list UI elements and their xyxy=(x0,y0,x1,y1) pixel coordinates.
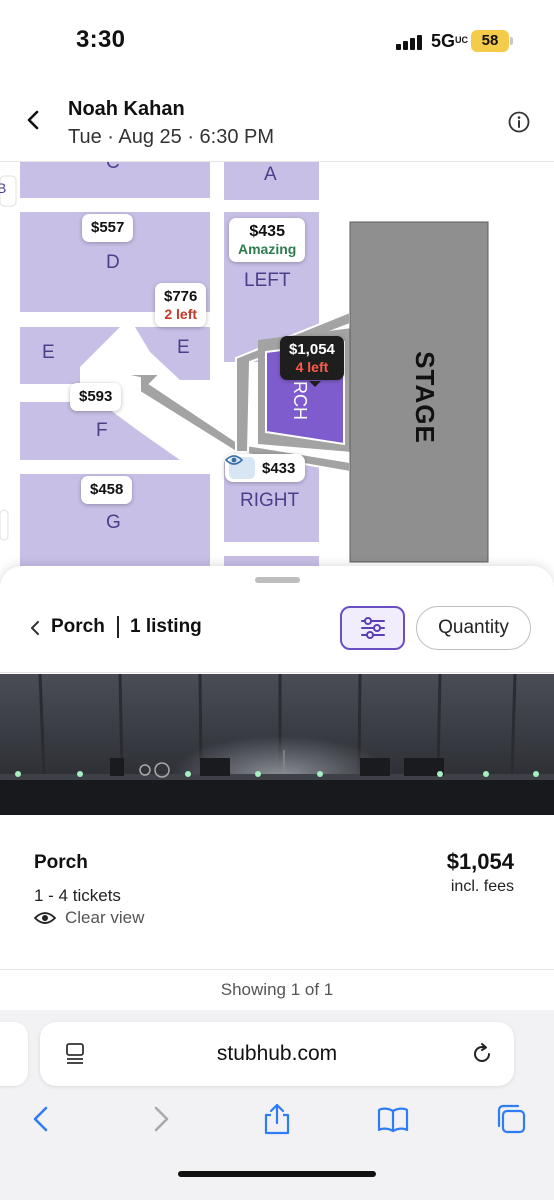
status-time: 3:30 xyxy=(76,26,126,53)
selected-section-name: Porch xyxy=(51,616,105,637)
price-pin-d-price: $557 xyxy=(91,219,125,236)
section-e-right-block xyxy=(135,327,210,380)
reload-icon[interactable] xyxy=(470,1042,494,1066)
tabs-button[interactable] xyxy=(494,1102,528,1136)
home-indicator[interactable] xyxy=(178,1171,376,1177)
chevron-left-icon xyxy=(33,1106,48,1132)
info-button[interactable] xyxy=(508,111,530,133)
section-label-e-right: E xyxy=(177,337,190,358)
section-label-right: RIGHT xyxy=(240,490,300,511)
section-label-f: F xyxy=(96,420,108,441)
listing-quantity: 1 - 4 tickets xyxy=(34,886,121,905)
price-pin-left-note: Amazing xyxy=(238,241,297,257)
price-pin-left-price: $435 xyxy=(249,223,285,240)
section-label-b-edge: B xyxy=(0,180,7,196)
previous-tab-preview[interactable] xyxy=(0,1022,28,1086)
quantity-button[interactable]: Quantity xyxy=(416,606,531,650)
sheet-grabber[interactable] xyxy=(255,577,300,583)
browser-back-button[interactable] xyxy=(24,1102,58,1136)
clear-view-label: Clear view xyxy=(65,908,145,927)
event-title: Noah Kahan xyxy=(68,98,185,120)
chevron-left-icon xyxy=(31,621,39,635)
section-label-porch: RCH xyxy=(290,381,310,420)
section-label-g: G xyxy=(106,512,121,533)
share-icon xyxy=(264,1103,290,1135)
sheet-divider xyxy=(0,672,554,673)
seat-map[interactable]: C A D LEFT E E F G RIGHT B RCH STAGE $55… xyxy=(0,162,554,582)
event-header: Noah Kahan Tue · Aug 25 · 6:30 PM xyxy=(0,80,554,162)
price-pin-d[interactable]: $557 xyxy=(82,214,134,242)
network-type: 5GUC xyxy=(431,31,469,51)
eye-icon xyxy=(34,912,56,924)
listing-sheet: Porch 1 listing Quantity Porch 1 - 4 tic… xyxy=(0,566,554,1016)
view-from-seat-photo[interactable] xyxy=(0,674,554,815)
price-pin-porch-selected[interactable]: $1,054 4 left xyxy=(280,336,344,380)
eye-icon xyxy=(225,455,255,479)
price-pin-left[interactable]: $435 Amazing xyxy=(229,218,306,262)
network-suffix: UC xyxy=(455,35,469,45)
battery-level: 58 xyxy=(471,30,509,52)
price-pin-g[interactable]: $458 xyxy=(81,476,133,504)
listing-price: $1,054 xyxy=(446,849,514,874)
chevron-left-icon xyxy=(27,110,39,130)
tabs-icon xyxy=(497,1104,526,1134)
filter-button[interactable] xyxy=(340,606,405,650)
section-label-a: A xyxy=(264,164,277,185)
listing-fees-note: incl. fees xyxy=(450,878,514,895)
price-pin-e-price: $776 xyxy=(164,288,198,305)
price-pin-f-price: $593 xyxy=(79,388,113,405)
results-count: Showing 1 of 1 xyxy=(220,980,334,999)
stage-label: STAGE xyxy=(409,351,440,444)
sliders-icon xyxy=(360,617,385,639)
price-pin-e[interactable]: $776 2 left xyxy=(155,283,207,327)
back-button[interactable] xyxy=(22,108,46,132)
price-pin-right-price: $433 xyxy=(262,459,296,477)
offscreen-pin xyxy=(0,509,9,541)
section-label-left: LEFT xyxy=(244,270,291,291)
cellular-signal-icon xyxy=(396,34,422,50)
section-back-button[interactable] xyxy=(28,621,42,635)
price-pin-right[interactable]: $433 xyxy=(225,454,306,482)
selected-pin-pointer xyxy=(309,381,321,387)
listing-card[interactable]: Porch 1 - 4 tickets Clear view $1,054 in… xyxy=(0,815,554,970)
chevron-right-icon xyxy=(154,1106,169,1132)
price-pin-porch-note: 4 left xyxy=(295,359,329,375)
share-button[interactable] xyxy=(260,1102,294,1136)
address-bar[interactable]: stubhub.com xyxy=(40,1022,514,1086)
section-label-d: D xyxy=(106,252,120,273)
section-label-e-left: E xyxy=(42,342,55,363)
price-pin-porch-price: $1,054 xyxy=(289,341,335,358)
browser-forward-button[interactable] xyxy=(144,1102,178,1136)
title-divider xyxy=(117,616,119,638)
info-icon xyxy=(508,111,530,133)
price-pin-f[interactable]: $593 xyxy=(70,383,122,411)
clear-view-badge: Clear view xyxy=(34,908,144,928)
section-label-c: C xyxy=(106,162,120,173)
bookmarks-button[interactable] xyxy=(376,1102,410,1136)
price-pin-g-price: $458 xyxy=(90,481,124,498)
url-text: stubhub.com xyxy=(216,1042,338,1065)
price-pin-e-note: 2 left xyxy=(164,306,198,322)
section-e-left-block xyxy=(20,327,120,384)
book-icon xyxy=(377,1107,409,1133)
listing-count: 1 listing xyxy=(130,616,202,637)
battery-tip xyxy=(510,37,513,45)
status-bar: 3:30 5GUC 58 xyxy=(0,0,554,80)
event-datetime: Tue · Aug 25 · 6:30 PM xyxy=(68,126,275,148)
listing-section: Porch xyxy=(34,852,88,873)
